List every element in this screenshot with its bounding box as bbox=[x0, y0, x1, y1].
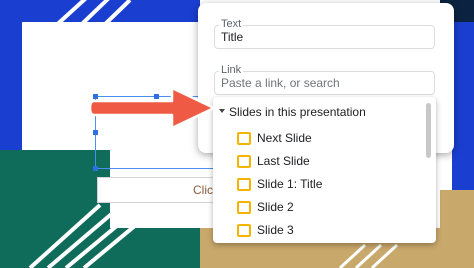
dropdown-scrollbar[interactable] bbox=[426, 103, 431, 158]
resize-handle-bottom-left[interactable] bbox=[93, 166, 98, 171]
link-input[interactable]: Paste a link, or search bbox=[214, 71, 435, 95]
text-field-label: Text bbox=[219, 18, 244, 30]
callout-arrow-shape bbox=[90, 86, 216, 130]
slide-option-label: Next Slide bbox=[257, 131, 312, 145]
blue-band-right bbox=[452, 22, 474, 200]
slide-icon bbox=[237, 132, 251, 145]
link-input-label: Link bbox=[219, 64, 244, 76]
slide-option-label: Slide 1: Title bbox=[257, 177, 323, 191]
text-field-value: Title bbox=[221, 30, 244, 44]
blue-band-left bbox=[0, 0, 22, 150]
text-field[interactable]: Title bbox=[214, 25, 435, 49]
slides-section-header[interactable]: Slides in this presentation bbox=[213, 97, 428, 125]
slide-icon bbox=[237, 224, 251, 237]
slide-option-slide-1[interactable]: Slide 1: Title bbox=[213, 173, 428, 196]
slide-option-label: Slide 3 bbox=[257, 223, 294, 237]
slides-section-label: Slides in this presentation bbox=[229, 105, 366, 119]
link-suggestions-dropdown: Slides in this presentation Next Slide L… bbox=[213, 97, 436, 243]
slide-icon bbox=[237, 201, 251, 214]
slide-option-next-slide[interactable]: Next Slide bbox=[213, 127, 428, 150]
slide-option-slide-2[interactable]: Slide 2 bbox=[213, 196, 428, 219]
slide-option-label: Last Slide bbox=[257, 154, 310, 168]
callout-arrow-icon bbox=[90, 86, 216, 130]
slide-option-slide-3[interactable]: Slide 3 bbox=[213, 219, 428, 242]
slide-icon bbox=[237, 155, 251, 168]
slide-icon bbox=[237, 178, 251, 191]
gold-band-right bbox=[440, 190, 474, 268]
link-input-placeholder: Paste a link, or search bbox=[221, 76, 340, 90]
slide-option-last-slide[interactable]: Last Slide bbox=[213, 150, 428, 173]
slide-option-label: Slide 2 bbox=[257, 200, 294, 214]
